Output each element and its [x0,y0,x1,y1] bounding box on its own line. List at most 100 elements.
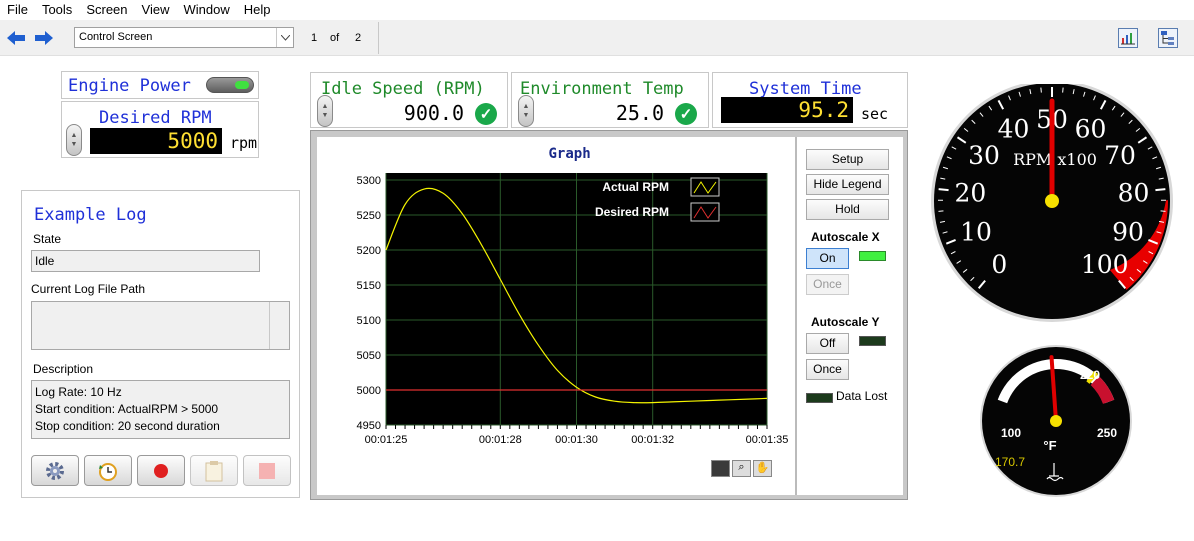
menu-file[interactable]: File [0,2,35,17]
hide-legend-button[interactable]: Hide Legend [806,174,889,195]
y-tick-label: 5200 [357,245,381,257]
temperature-gauge: 100 250 220 °F 170.7 [980,345,1132,497]
engine-power-toggle[interactable] [206,77,254,93]
data-lost-led [806,393,833,403]
menu-view[interactable]: View [135,2,177,17]
arrow-right-icon [35,31,53,45]
rpm-unit-label: RPM x100 [1013,150,1097,169]
chart-report-icon[interactable] [1118,28,1138,48]
legend-label: Desired RPM [595,205,669,219]
stop-icon [259,462,275,479]
gear-icon [46,461,64,480]
idle-speed-value: 900.0 [339,101,464,125]
rpm-tick-label: 80 [1118,178,1150,207]
temp-unit: °F [1043,438,1056,453]
idle-speed-spinner[interactable]: ▲ ▼ [317,95,333,127]
idle-speed-panel: Idle Speed (RPM) ▲ ▼ 900.0 ✓ [310,72,508,128]
rpm-tick-label: 20 [955,178,987,207]
y-tick-label: 4950 [357,420,381,432]
x-tick-label: 00:01:28 [479,434,522,446]
log-title: Example Log [34,205,147,225]
log-stop-button[interactable] [243,455,291,486]
screen-select[interactable]: Control Screen [74,27,294,48]
checkmark-icon: ✓ [475,103,497,125]
autoscale-y-off-button[interactable]: Off [806,333,849,354]
x-tick-label: 00:01:32 [631,434,674,446]
y-tick-label: 5150 [357,280,381,292]
clock-refresh-icon [99,462,117,481]
log-history-button[interactable] [84,455,132,486]
system-time-unit: sec [861,105,889,123]
x-tick-label: 00:01:25 [365,434,408,446]
desired-rpm-spinner[interactable]: ▲ ▼ [66,124,82,156]
power-led [235,81,249,89]
env-temp-panel: Environment Temp ▲ ▼ 25.0 ✓ [511,72,709,128]
desired-rpm-display[interactable]: 5000 [90,128,222,154]
back-button[interactable] [5,27,27,49]
temp-mark-label: 220 [1080,368,1100,382]
rpm-major-tick [1155,188,1166,192]
graph-area: Graph 00:01:25 00:01:28 00:01:30 00:01:32 00:… [317,137,795,495]
desired-rpm-panel: Desired RPM ▲ ▼ 5000 rpm [61,101,259,158]
path-scrollbar[interactable] [269,302,289,349]
page-of-label: of [330,32,340,44]
description-field: Log Rate: 10 Hz Start condition: ActualR… [31,380,290,439]
chevron-down-icon[interactable] [276,28,293,47]
description-label: Description [33,362,94,376]
log-clipboard-button[interactable] [190,455,238,486]
menu-help[interactable]: Help [237,2,278,17]
y-tick-label: 5250 [357,210,381,222]
y-tick-label: 5050 [357,350,381,362]
autoscale-x-on-button[interactable]: On [806,248,849,269]
system-time-panel: System Time 95.2 sec [712,72,908,128]
cursor-icon[interactable] [711,460,730,477]
path-field [31,301,290,350]
state-field: Idle [31,250,260,272]
path-label: Current Log File Path [31,282,146,296]
legend-swatch [690,202,720,222]
rpm-gauge: 0102030405060708090100RPM x100 [931,84,1173,322]
autoscale-x-led [859,251,886,261]
hold-button[interactable]: Hold [806,199,889,220]
rpm-needle-hub [1045,194,1059,208]
record-icon [154,463,168,478]
rpm-tick-label: 0 [991,250,1007,279]
description-line: Start condition: ActualRPM > 5000 [35,402,219,416]
rpm-tick-label: 40 [998,115,1030,144]
description-line: Log Rate: 10 Hz [35,385,122,399]
rpm-tick-label: 10 [960,218,992,247]
autoscale-y-once-button[interactable]: Once [806,359,849,380]
setup-button[interactable]: Setup [806,149,889,170]
state-label: State [33,232,62,246]
log-settings-button[interactable] [31,455,79,486]
forward-button[interactable] [33,27,55,49]
hierarchy-icon[interactable] [1158,28,1178,48]
engine-power-panel: Engine Power [61,71,259,99]
rpm-tick-label: 30 [968,141,1000,170]
menu-bar: File Tools Screen View Window Help [0,0,1194,19]
x-tick-label: 00:01:30 [555,434,598,446]
autoscale-x-label: Autoscale X [811,230,880,244]
y-tick-label: 5000 [357,385,381,397]
screen-select-value: Control Screen [79,31,153,43]
temp-min-label: 100 [1001,426,1021,440]
rpm-tick-label: 90 [1112,218,1144,247]
system-time-display: 95.2 [721,97,853,123]
desired-rpm-unit: rpm [230,134,258,152]
page-total: 2 [355,32,362,44]
legend-swatch-box [690,202,720,222]
menu-screen[interactable]: Screen [79,2,134,17]
menu-tools[interactable]: Tools [35,2,79,17]
example-log-panel: Example Log State Idle Current Log File … [21,190,300,498]
log-record-button[interactable] [137,455,185,486]
zoom-icon[interactable]: ⌕ [732,460,751,477]
rpm-tick-label: 60 [1075,115,1107,144]
env-temp-spinner[interactable]: ▲ ▼ [518,95,534,127]
legend-label: Actual RPM [602,180,669,194]
autoscale-x-once-button[interactable]: Once [806,274,849,295]
y-tick-label: 5300 [357,175,381,187]
pan-hand-icon[interactable]: ✋ [753,460,772,477]
rpm-tick-label: 100 [1081,250,1129,279]
idle-speed-label: Idle Speed (RPM) [321,79,485,99]
menu-window[interactable]: Window [176,2,236,17]
